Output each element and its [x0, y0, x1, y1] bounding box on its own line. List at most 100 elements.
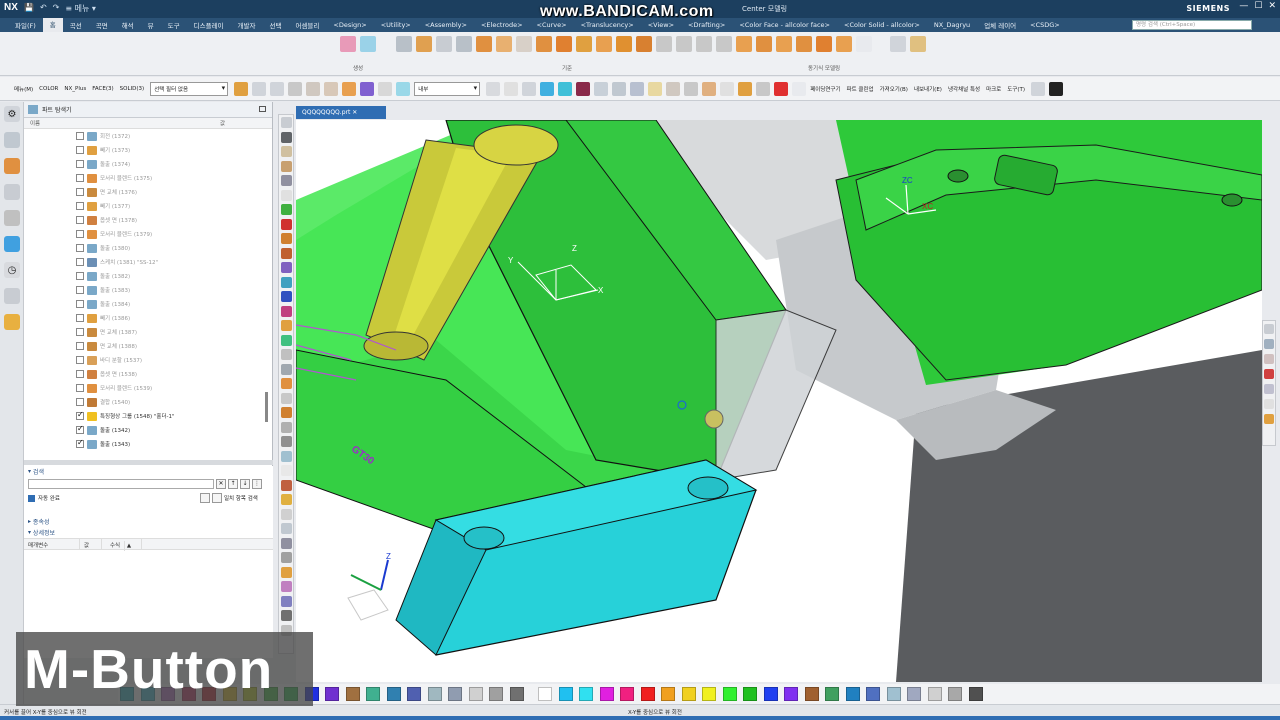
- match-all-button[interactable]: [200, 493, 210, 503]
- color-swatch[interactable]: [845, 687, 860, 701]
- palette-icon[interactable]: [4, 314, 20, 330]
- tree-node[interactable]: 회전 (1372): [76, 129, 272, 143]
- part-navigator-icon[interactable]: [4, 158, 20, 174]
- vertical-tool-icon[interactable]: [281, 450, 292, 462]
- visibility-checkbox[interactable]: [76, 440, 84, 448]
- graphics-window[interactable]: GT30 ZC XC Z Y X Z: [296, 120, 1262, 682]
- color-swatch[interactable]: [325, 687, 339, 701]
- vertical-tool-icon[interactable]: [281, 479, 292, 491]
- tree-node[interactable]: 돌출 (1380): [76, 241, 272, 255]
- vertical-tool-icon[interactable]: [281, 262, 292, 273]
- extrude-icon[interactable]: [476, 36, 492, 52]
- sphere-icon[interactable]: [456, 36, 472, 52]
- color-swatch[interactable]: [345, 687, 360, 701]
- pocket-icon[interactable]: [556, 36, 572, 52]
- tree-node[interactable]: 모서리 블렌드 (1539): [76, 381, 272, 395]
- vertical-tool-icon[interactable]: [281, 465, 292, 476]
- snap-diamond-icon[interactable]: [558, 81, 573, 96]
- vertical-tool-icon[interactable]: [281, 566, 292, 578]
- color-swatch[interactable]: [489, 687, 503, 701]
- vertical-tool-icon[interactable]: [281, 189, 292, 201]
- select-feature-icon[interactable]: [234, 81, 249, 96]
- menu-button[interactable]: 메뉴(M): [14, 85, 33, 93]
- right-tool-icon[interactable]: [1264, 369, 1274, 379]
- vertical-tool-icon[interactable]: [281, 291, 292, 302]
- tools-menu[interactable]: 도구(T): [1007, 85, 1025, 93]
- right-tool-icon[interactable]: [1264, 414, 1274, 424]
- solid-menu[interactable]: SOLID(3): [120, 86, 145, 92]
- vertical-tool-icon[interactable]: [281, 276, 292, 288]
- vertical-tool-icon[interactable]: [281, 320, 292, 331]
- tree-node[interactable]: 돌출 (1384): [76, 297, 272, 311]
- color-swatch[interactable]: [407, 687, 421, 701]
- vertical-tool-icon[interactable]: [281, 552, 292, 563]
- misc-icon[interactable]: [792, 81, 807, 96]
- object-info-icon[interactable]: [666, 81, 681, 96]
- auto-complete-checkbox[interactable]: [28, 494, 35, 502]
- measure-icon[interactable]: [910, 36, 926, 52]
- tree-node[interactable]: 스케치 (1381) "SS-12": [76, 255, 272, 269]
- vertical-tool-icon[interactable]: [281, 334, 292, 346]
- visibility-checkbox[interactable]: [76, 370, 84, 378]
- vertical-tool-icon[interactable]: [281, 436, 292, 447]
- search-input[interactable]: [28, 479, 214, 489]
- visibility-checkbox[interactable]: [76, 300, 84, 308]
- column-name[interactable]: 이름: [24, 118, 214, 128]
- vertical-tool-icon[interactable]: [281, 537, 292, 549]
- visibility-checkbox[interactable]: [76, 230, 84, 238]
- cylinder-icon[interactable]: [416, 36, 432, 52]
- search-options-button[interactable]: ⋮: [252, 479, 262, 489]
- assembly-scope-dropdown[interactable]: 내부: [414, 81, 481, 96]
- menu-tab[interactable]: <Curve>: [530, 21, 574, 29]
- sketch-plane-icon[interactable]: [340, 36, 356, 52]
- block-icon[interactable]: [396, 36, 412, 52]
- replace-icon[interactable]: [684, 81, 699, 96]
- undo-icon[interactable]: ↶: [40, 3, 47, 14]
- color-swatch[interactable]: [681, 687, 696, 701]
- vertical-tool-icon[interactable]: [281, 378, 292, 389]
- tree-node[interactable]: 돌출 (1382): [76, 269, 272, 283]
- menu-tab[interactable]: <Assembly>: [418, 21, 474, 29]
- save-icon[interactable]: 💾: [24, 3, 34, 14]
- color-swatch[interactable]: [702, 687, 716, 701]
- measure-dist-icon[interactable]: [594, 81, 609, 96]
- target-icon[interactable]: [1031, 81, 1046, 96]
- tree-node[interactable]: 면 교체 (1387): [76, 325, 272, 339]
- tree-node[interactable]: 빼기 (1377): [76, 199, 272, 213]
- panel-splitter[interactable]: [24, 460, 273, 465]
- menu-tab[interactable]: 홈: [42, 18, 63, 32]
- tree-node[interactable]: 면 교체 (1388): [76, 339, 272, 353]
- layer-icon[interactable]: [738, 81, 753, 96]
- visibility-checkbox[interactable]: [76, 328, 84, 336]
- tree-node[interactable]: 결합 (1540): [76, 395, 272, 409]
- vertical-tool-icon[interactable]: [281, 175, 292, 186]
- visibility-checkbox[interactable]: [76, 426, 84, 434]
- vertical-tool-icon[interactable]: [281, 421, 292, 433]
- color-swatch[interactable]: [722, 687, 737, 701]
- visibility-checkbox[interactable]: [76, 272, 84, 280]
- section-icon[interactable]: [648, 81, 663, 96]
- color-swatch[interactable]: [804, 687, 819, 701]
- reuse-library-icon[interactable]: [4, 210, 20, 226]
- clear-search-button[interactable]: ✕: [216, 479, 226, 489]
- tree-node[interactable]: 옵셋 면 (1378): [76, 213, 272, 227]
- vertical-tool-icon[interactable]: [281, 349, 292, 360]
- vertical-tool-icon[interactable]: [281, 508, 292, 520]
- pull-face-icon[interactable]: [776, 36, 792, 52]
- menu-tab[interactable]: 해석: [115, 20, 141, 30]
- visibility-checkbox[interactable]: [76, 202, 84, 210]
- right-tool-icon[interactable]: [1264, 384, 1274, 394]
- system-material-icon[interactable]: [4, 288, 20, 304]
- macro-menu[interactable]: 마크로: [986, 85, 1001, 93]
- tree-node[interactable]: 바디 분할 (1537): [76, 353, 272, 367]
- close-button[interactable]: ✕: [1268, 1, 1276, 11]
- menu-tab[interactable]: <CSDG>: [1023, 21, 1067, 29]
- show-solid-icon[interactable]: [288, 81, 303, 96]
- color-swatch[interactable]: [538, 687, 552, 701]
- show-sketch-icon[interactable]: [342, 81, 357, 96]
- view-cube-icon[interactable]: [486, 81, 501, 96]
- delete-face-icon[interactable]: [856, 36, 872, 52]
- tree-node[interactable]: 돌출 (1374): [76, 157, 272, 171]
- tree-node[interactable]: 돌출 (1343): [76, 437, 272, 451]
- cone-icon[interactable]: [436, 36, 452, 52]
